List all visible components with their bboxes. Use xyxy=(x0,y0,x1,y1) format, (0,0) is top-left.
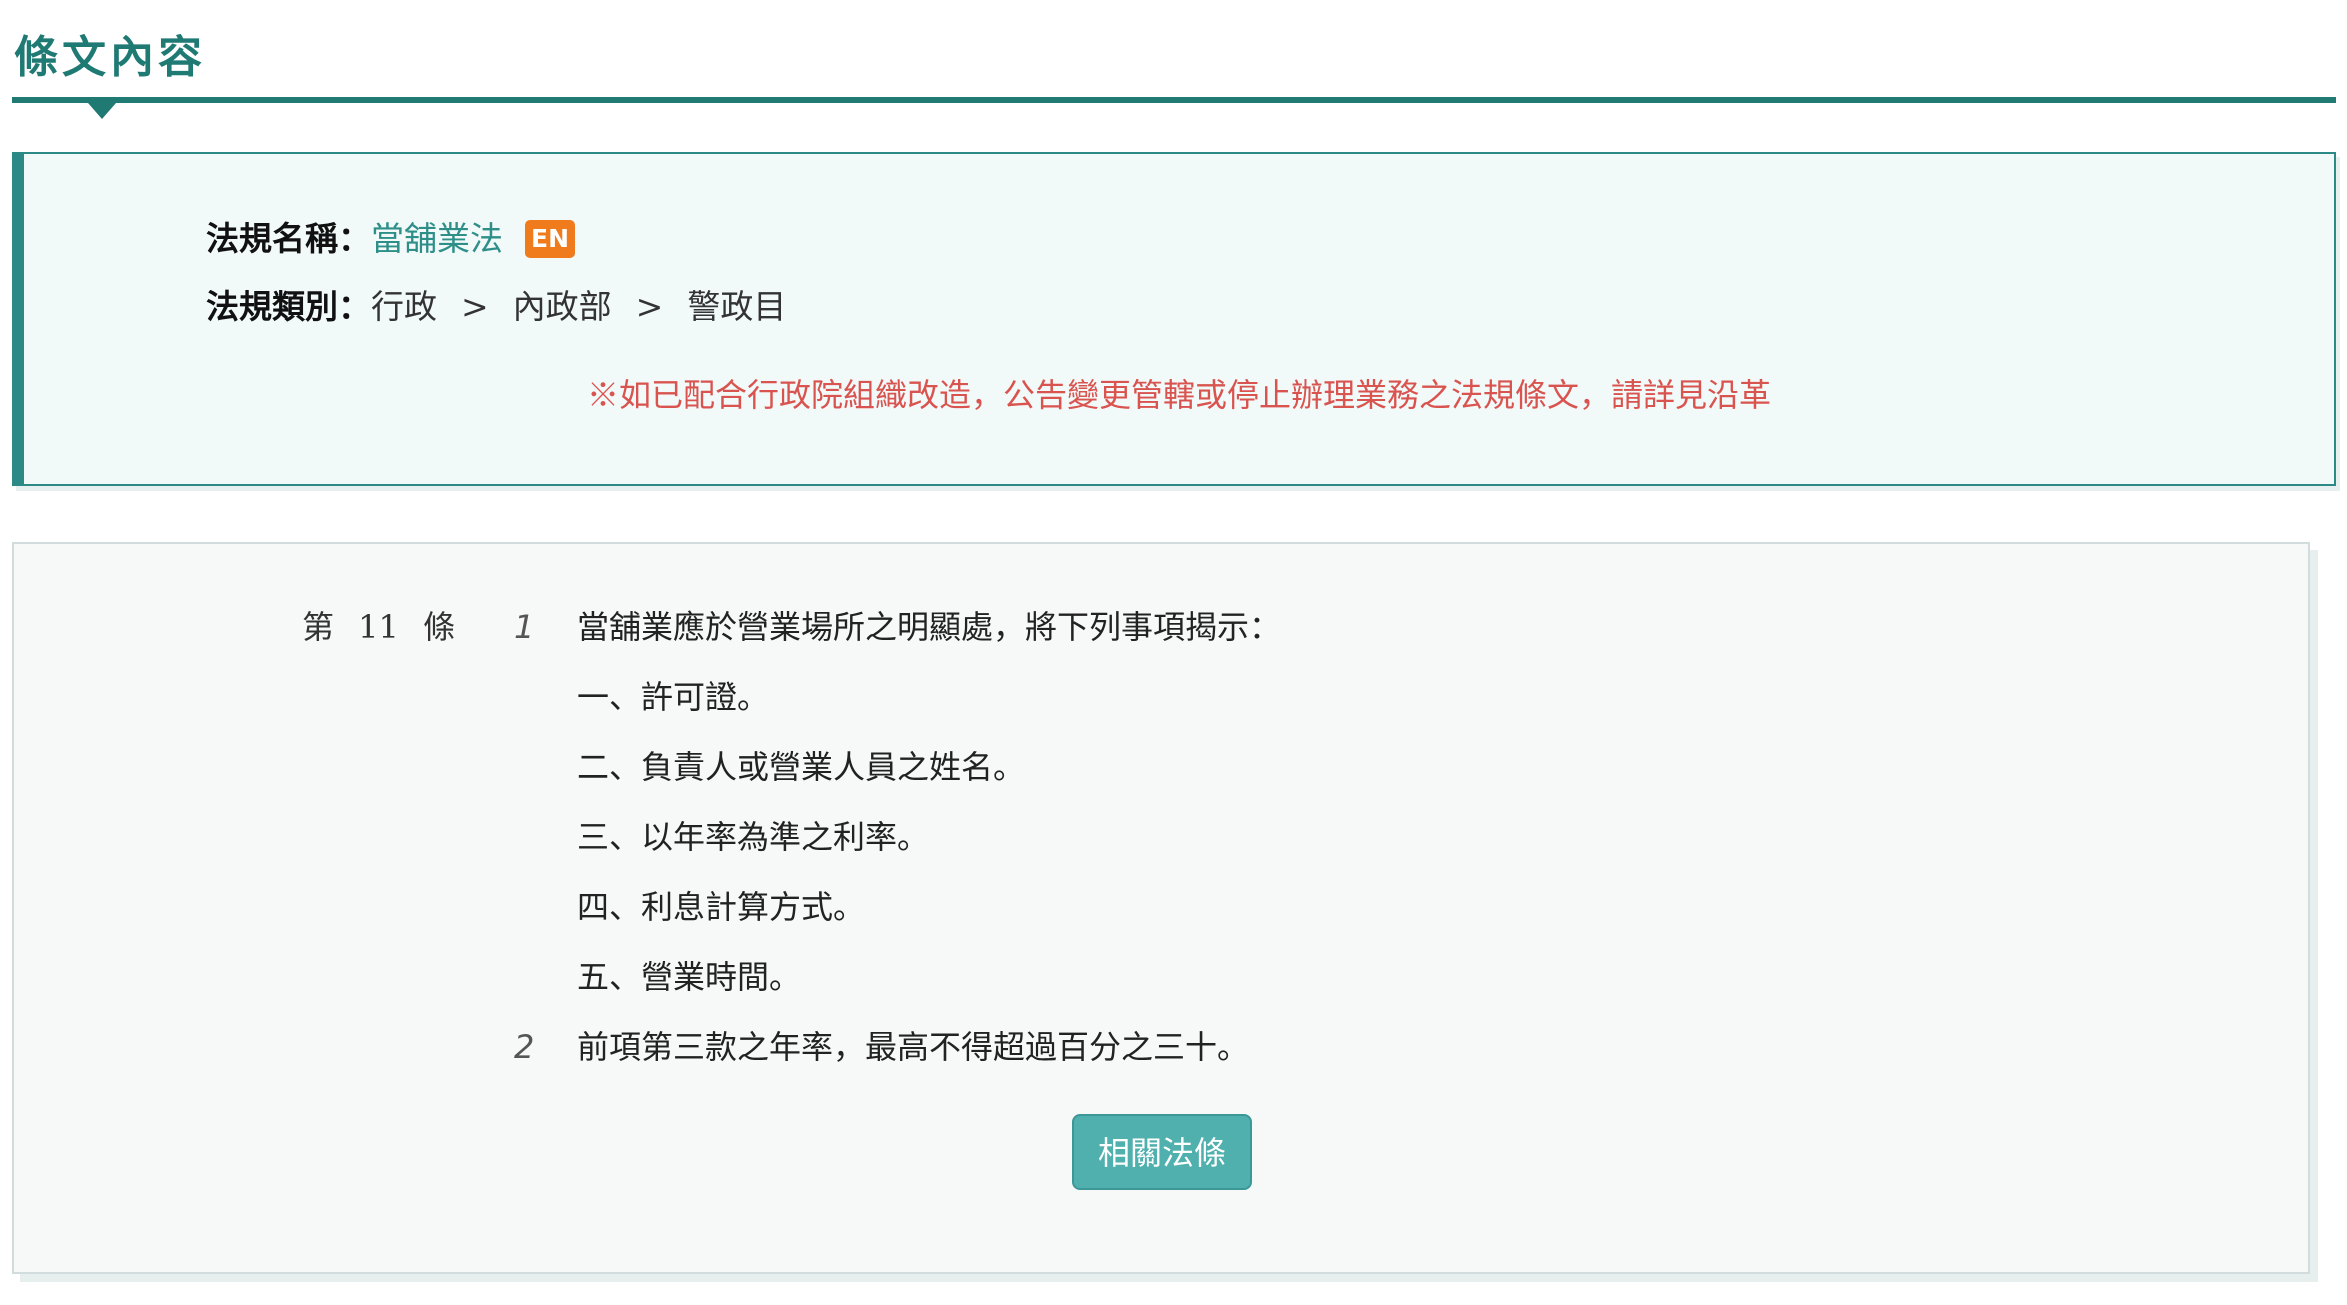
law-name-row: 法規名稱： 當舖業法 EN xyxy=(206,216,576,262)
paragraph-number: 1 xyxy=(514,608,535,646)
law-name-link[interactable]: 當舖業法 xyxy=(371,216,503,262)
law-name-label: 法規名稱： xyxy=(206,219,371,258)
article-content-box: 第 11 條 1 當舖業應於營業場所之明顯處，將下列事項揭示： 一、許可證。 二… xyxy=(12,542,2310,1274)
category-item-police: 警政目 xyxy=(687,287,787,326)
law-category-label: 法規類別： xyxy=(206,287,371,326)
title-underline xyxy=(12,97,2336,103)
category-separator: > xyxy=(461,287,489,326)
category-item-ministry: 內政部 xyxy=(512,287,612,326)
paragraph-number: 2 xyxy=(514,1028,535,1066)
category-item-executive: 行政 xyxy=(371,287,437,326)
paragraph-item: 二、負責人或營業人員之姓名。 xyxy=(577,748,1026,786)
paragraph-item: 三、以年率為準之利率。 xyxy=(577,818,930,856)
paragraph-text: 前項第三款之年率，最高不得超過百分之三十。 xyxy=(577,1028,1250,1066)
section-title: 條文內容 xyxy=(14,32,206,83)
category-separator: > xyxy=(635,287,664,326)
paragraph-item: 五、營業時間。 xyxy=(577,958,802,996)
english-version-badge[interactable]: EN xyxy=(525,220,576,258)
reorganization-notice: ※如已配合行政院組織改造，公告變更管轄或停止辦理業務之法規條文，請詳見沿革 xyxy=(586,376,1771,414)
paragraph-item: 四、利息計算方式。 xyxy=(577,888,866,926)
article-number: 第 11 條 xyxy=(302,608,456,646)
law-category-row: 法規類別： 行政 > 內政部 > 警政目 xyxy=(206,284,786,330)
paragraph-text: 當舖業應於營業場所之明顯處，將下列事項揭示： xyxy=(577,608,1282,646)
law-info-box: 法規名稱： 當舖業法 EN 法規類別： 行政 > 內政部 > 警政目 ※如已配合… xyxy=(12,152,2336,486)
title-pointer-arrow xyxy=(88,103,116,119)
paragraph-item: 一、許可證。 xyxy=(577,678,770,716)
related-articles-button[interactable]: 相關法條 xyxy=(1072,1114,1252,1190)
